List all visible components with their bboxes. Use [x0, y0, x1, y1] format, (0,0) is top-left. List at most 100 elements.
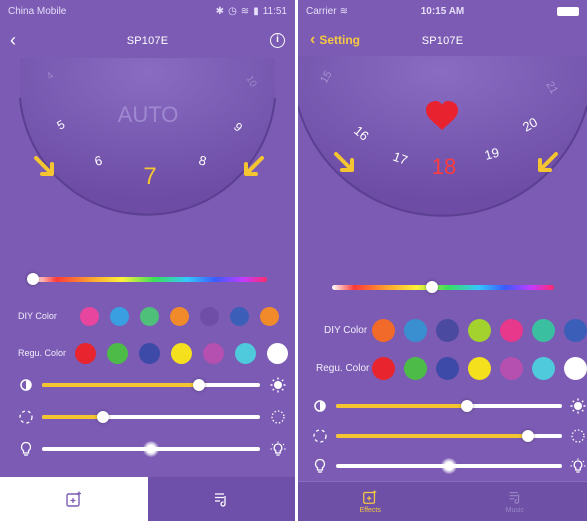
status-bar: China Mobile ✱ ◷ ≋ ▮ 11:51: [0, 0, 295, 22]
diy-color-swatch-4[interactable]: [170, 306, 189, 326]
chevron-left-icon: ‹: [310, 31, 316, 48]
clock-time: 11:51: [262, 5, 287, 17]
color-spectrum-bar[interactable]: [27, 273, 267, 285]
mode-label: AUTO: [118, 102, 179, 127]
speed-thumb[interactable]: [522, 430, 535, 442]
regular-color-label: Regu. Color: [18, 348, 67, 358]
speed-fast-icon: [571, 429, 585, 443]
diy-color-swatch-6[interactable]: [230, 306, 249, 326]
diy-color-swatch-1[interactable]: [80, 306, 99, 326]
regular-color-swatch-4[interactable]: [171, 342, 192, 364]
speed-slow-icon: [313, 429, 327, 443]
tab-effects[interactable]: [0, 477, 148, 521]
wifi-icon: ≋: [339, 5, 348, 17]
diy-color-row: DIY Color: [324, 318, 587, 342]
brightness-thumb[interactable]: [461, 400, 474, 412]
regular-color-swatch-3[interactable]: [436, 356, 459, 380]
light-track[interactable]: [336, 458, 562, 474]
music-icon: [215, 493, 226, 507]
diy-color-label: DIY Color: [324, 324, 368, 336]
brightness-high-icon: [570, 398, 586, 414]
color-spectrum-knob[interactable]: [27, 273, 39, 285]
bluetooth-icon: ✱: [215, 5, 225, 17]
tab-music[interactable]: [147, 477, 295, 521]
page-title: SP107E: [126, 35, 169, 47]
speed-fill: [42, 415, 104, 419]
bulb-off-icon: [314, 458, 326, 473]
carrier-label: Carrier ≋: [306, 5, 348, 17]
brightness-fill: [42, 383, 199, 387]
info-icon[interactable]: i: [270, 33, 285, 48]
regular-color-swatch-7[interactable]: [267, 342, 288, 364]
signal-icon: ▮: [253, 5, 259, 17]
diy-color-swatch-1[interactable]: [372, 318, 395, 342]
bulb-off-icon: [20, 441, 32, 456]
speed-fill: [336, 434, 529, 438]
page-title: SP107E: [421, 35, 464, 47]
speed-slider: [312, 426, 587, 446]
regular-color-swatch-1[interactable]: [75, 342, 96, 364]
diy-color-swatch-3[interactable]: [140, 306, 159, 326]
brightness-thumb[interactable]: [192, 379, 205, 391]
speed-track[interactable]: [336, 430, 562, 442]
nav-bar: ‹ SP107E i: [0, 24, 295, 58]
speed-track[interactable]: [42, 411, 260, 423]
light-thumb[interactable]: [441, 458, 457, 474]
wifi-icon: ≋: [240, 5, 250, 17]
regular-color-swatch-7[interactable]: [564, 356, 587, 380]
dial-face: [20, 58, 275, 215]
mode-dial[interactable]: 15 21 16 20 17 19 18: [298, 56, 587, 228]
tab-effects[interactable]: Effects: [298, 482, 443, 521]
diy-color-row: DIY Color: [18, 305, 288, 327]
status-bar: Carrier ≋ 10:15 AM: [298, 0, 587, 22]
tab-music[interactable]: Music: [443, 482, 587, 521]
diy-color-swatch-4[interactable]: [468, 318, 491, 342]
regular-color-swatch-1[interactable]: [372, 356, 395, 380]
effects-icon: [363, 490, 377, 504]
brightness-track[interactable]: [336, 400, 562, 412]
chevron-left-icon[interactable]: ‹: [10, 30, 16, 50]
speed-thumb[interactable]: [97, 411, 110, 423]
color-spectrum-bar[interactable]: [332, 281, 554, 293]
tab-bar: [0, 477, 295, 521]
bulb-on-icon: [570, 458, 586, 473]
speed-slow-icon: [19, 410, 33, 424]
regular-color-swatch-2[interactable]: [404, 356, 427, 380]
regular-color-swatch-2[interactable]: [107, 342, 128, 364]
regular-color-swatch-6[interactable]: [235, 342, 256, 364]
diy-color-swatch-2[interactable]: [110, 306, 129, 326]
brightness-low-icon: [20, 379, 32, 391]
dial-number-selected: 18: [432, 154, 456, 179]
nav-bar: ‹ Setting SP107E: [298, 24, 587, 58]
brightness-slider: [312, 396, 587, 416]
light-thumb[interactable]: [143, 441, 159, 457]
regular-color-row: Regu. Color: [18, 342, 288, 364]
dial-number-selected: 7: [143, 163, 156, 190]
effects-icon: [66, 491, 81, 507]
diy-color-swatch-3[interactable]: [436, 318, 459, 342]
phone-left: China Mobile ✱ ◷ ≋ ▮ 11:51 ‹ SP107E i 4 …: [0, 0, 295, 521]
regular-color-swatch-5[interactable]: [500, 356, 523, 380]
diy-color-swatch-7[interactable]: [260, 306, 279, 326]
diy-color-swatch-5[interactable]: [200, 306, 219, 326]
tab-bar: Effects Music: [298, 481, 587, 521]
regular-color-swatch-4[interactable]: [468, 356, 491, 380]
color-spectrum-knob[interactable]: [425, 281, 438, 293]
music-icon: [509, 491, 519, 504]
brightness-track[interactable]: [42, 379, 260, 391]
regular-color-swatch-6[interactable]: [532, 356, 555, 380]
dial-face: [298, 56, 587, 216]
battery-icon: [557, 6, 579, 16]
brightness-low-icon: [314, 400, 326, 412]
diy-color-swatch-2[interactable]: [404, 318, 427, 342]
light-slider: [18, 439, 288, 459]
regular-color-swatch-3[interactable]: [139, 342, 160, 364]
diy-color-swatch-5[interactable]: [500, 318, 523, 342]
diy-color-swatch-7[interactable]: [564, 318, 587, 342]
diy-color-swatch-6[interactable]: [532, 318, 555, 342]
back-button[interactable]: ‹ Setting: [310, 32, 360, 48]
back-label: Setting: [319, 33, 360, 47]
regular-color-swatch-5[interactable]: [203, 342, 224, 364]
light-track[interactable]: [42, 441, 260, 457]
mode-dial[interactable]: 4 10 AUTO 5 9 6 8 7: [0, 58, 295, 218]
